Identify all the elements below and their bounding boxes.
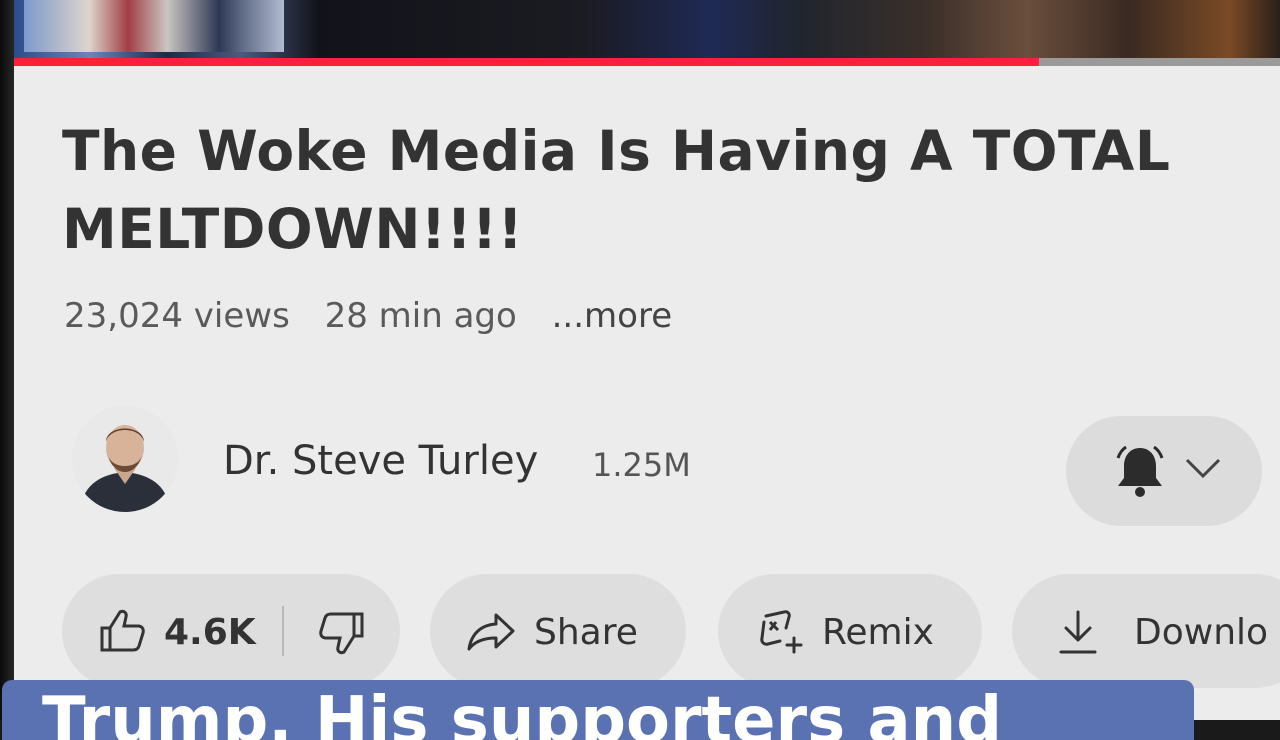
- thumbs-down-icon: [319, 612, 364, 655]
- caption-text: Trump. His supporters and: [42, 684, 1003, 740]
- share-arrow-icon: [467, 613, 515, 651]
- share-label: Share: [534, 612, 638, 653]
- like-button[interactable]: [98, 608, 146, 658]
- channel-name[interactable]: Dr. Steve Turley: [223, 438, 538, 484]
- download-label: Downlo: [1134, 612, 1269, 653]
- download-icon: [1059, 610, 1097, 654]
- view-count: 23,024 views: [64, 296, 290, 336]
- share-button[interactable]: Share: [430, 574, 686, 688]
- like-count[interactable]: 4.6K: [164, 612, 256, 653]
- like-divider: [282, 606, 284, 656]
- remix-label: Remix: [822, 612, 934, 653]
- video-title[interactable]: The Woke Media Is Having A TOTAL MELTDOW…: [62, 112, 1202, 268]
- like-dislike-group: 4.6K: [62, 574, 400, 688]
- video-frame-thumbnail: [24, 0, 284, 52]
- app-screen: The Woke Media Is Having A TOTAL MELTDOW…: [14, 0, 1280, 720]
- video-metadata[interactable]: 23,024 views 28 min ago ...more: [64, 296, 696, 336]
- subscriber-count: 1.25M: [592, 446, 691, 484]
- chevron-down-icon: [1185, 458, 1221, 479]
- progress-bar[interactable]: [14, 58, 1040, 66]
- remix-icon: [760, 610, 803, 654]
- thumbs-up-icon: [100, 609, 145, 652]
- more-link[interactable]: ...more: [552, 296, 673, 336]
- dislike-button[interactable]: [318, 610, 366, 660]
- video-player[interactable]: [14, 0, 1280, 60]
- subscription-notification-button[interactable]: [1066, 416, 1262, 526]
- bell-icon: [1116, 445, 1164, 497]
- remix-button[interactable]: Remix: [718, 574, 982, 688]
- avatar-image: [72, 406, 178, 512]
- download-button[interactable]: Downlo: [1012, 574, 1280, 688]
- video-caption-overlay: Trump. His supporters and: [2, 680, 1194, 740]
- upload-age: 28 min ago: [324, 296, 517, 336]
- channel-avatar[interactable]: [72, 406, 178, 512]
